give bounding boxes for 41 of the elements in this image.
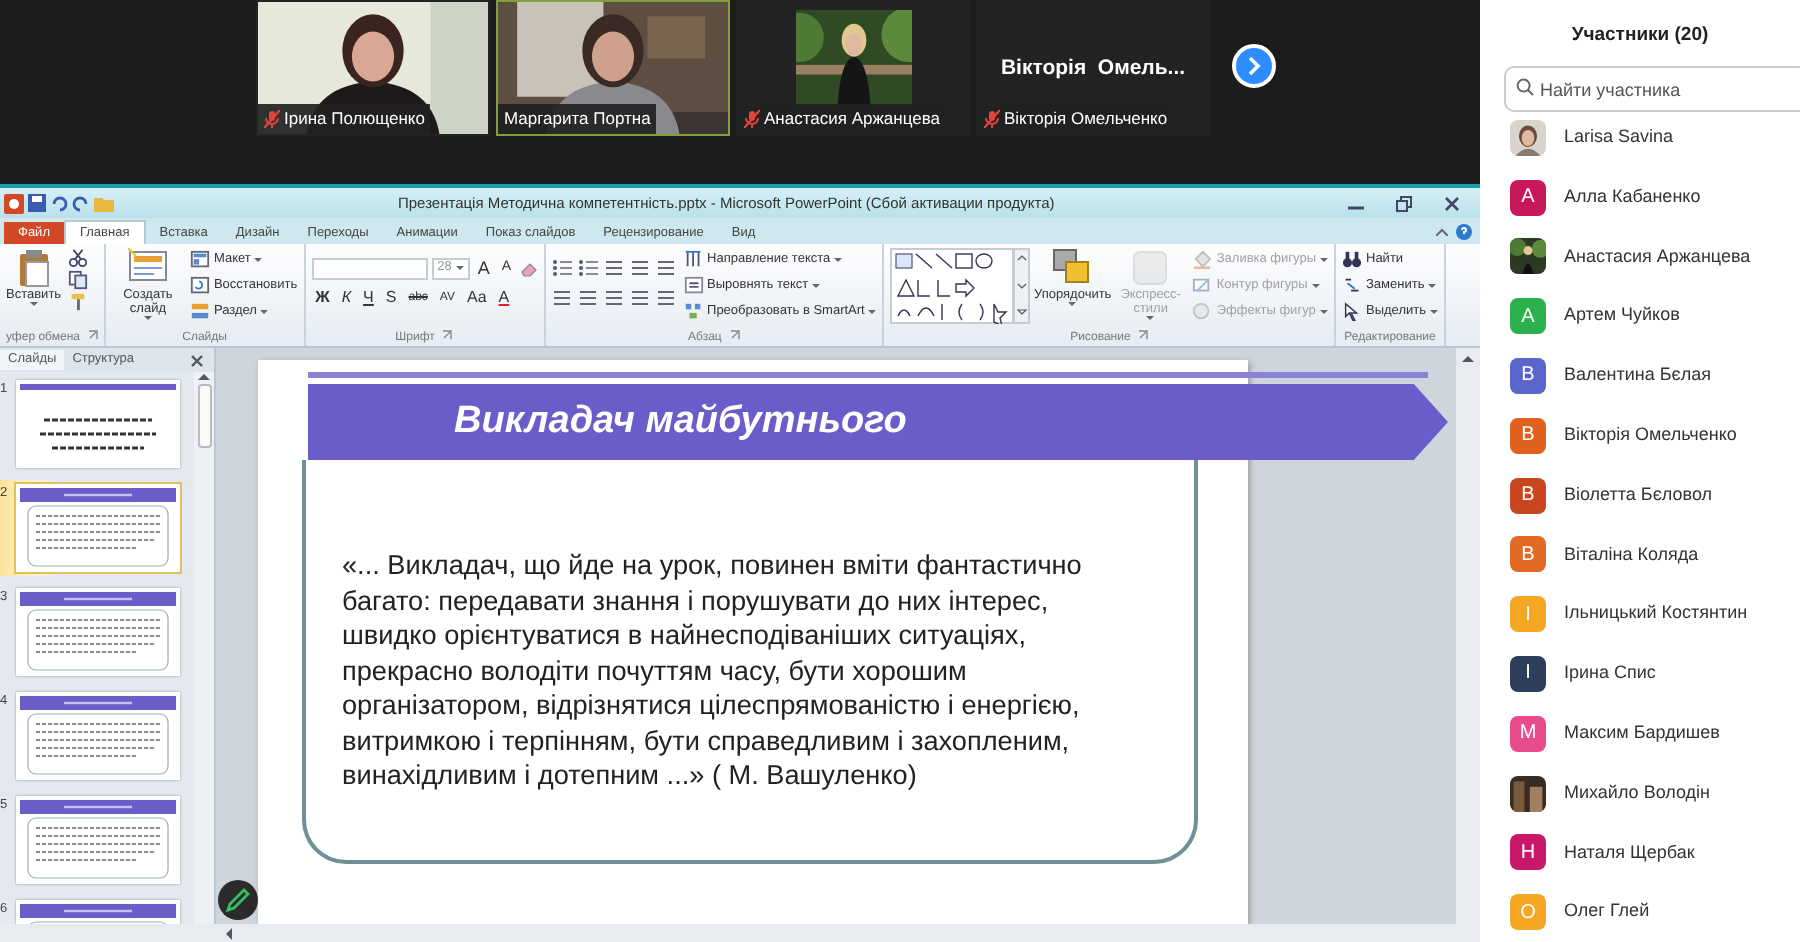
participant-name: Олег Глей (1564, 898, 1650, 925)
participant-name: Ірина Спис (1564, 660, 1656, 687)
avatar: В (1510, 417, 1546, 454)
avatar: І (1510, 655, 1546, 692)
participant-name: Наталя Щербак (1564, 839, 1695, 866)
bold-button[interactable]: Ж (311, 288, 334, 308)
participant-name: Вікторія Омель... (998, 54, 1188, 84)
avatar: В (1510, 357, 1546, 394)
participant-name: Анастасия Аржанцева (1564, 243, 1751, 270)
participant-name: Віталіна Коляда (1564, 541, 1699, 568)
participant-name: Артем Чуйков (1564, 302, 1680, 329)
avatar: Н (1510, 834, 1546, 871)
shadow-button[interactable]: S (381, 288, 401, 308)
font-color-button[interactable]: A (494, 288, 514, 308)
avatar: О (1510, 894, 1546, 931)
participant-name: Вікторія Омельченко (1004, 106, 1168, 132)
quote-text: «... Викладач, що йде на урок, повинен вміти фантастично багато: передавати знання і порушувати до них інтерес, швидко орієнтуватися в найнесподіваніших ситуаціях, прекрасно володіти почуттям часу, бути хорошим організатором, відрізнятися цілеспрямованістю і енергією, витримкою і терпінням, бути справедливим і захопленим, винахідливим і дотепним ...» ( М. Вашуленко) (342, 548, 1084, 793)
participant-name: Віолетта Бєловол (1564, 481, 1713, 508)
participant-name: Анастасия Аржанцева (764, 106, 940, 132)
participant-name: Михайло Володін (1564, 779, 1711, 806)
underline-button[interactable]: Ч (359, 288, 378, 308)
avatar: М (1510, 715, 1546, 752)
participant-name: Максим Бардишев (1564, 719, 1720, 746)
participant-name: Маргарита Портна (504, 106, 651, 132)
avatar: В (1510, 477, 1546, 514)
search-field[interactable]: Найти участника (1504, 66, 1800, 113)
panel-title: Участники (20) (1569, 22, 1711, 50)
avatar: А (1510, 298, 1546, 335)
avatar: В (1510, 536, 1546, 573)
participant-name: Валентина Бєлая (1564, 362, 1711, 389)
slide-title: Викладач майбутнього (454, 397, 907, 446)
grow-font-button[interactable]: A (473, 258, 494, 278)
avatar: І (1510, 596, 1546, 633)
avatar: А (1510, 179, 1546, 216)
participant-name: Ільницький Костянтин (1564, 600, 1748, 627)
participant-name: Алла Кабаненко (1564, 183, 1701, 210)
participant-name: Ірина Полющенко (284, 106, 425, 132)
italic-button[interactable]: К (337, 288, 356, 308)
change-case-button[interactable]: Aa (462, 288, 491, 308)
participant-name: Вікторія Омельченко (1564, 421, 1737, 448)
participant-name: Larisa Savina (1564, 123, 1674, 150)
